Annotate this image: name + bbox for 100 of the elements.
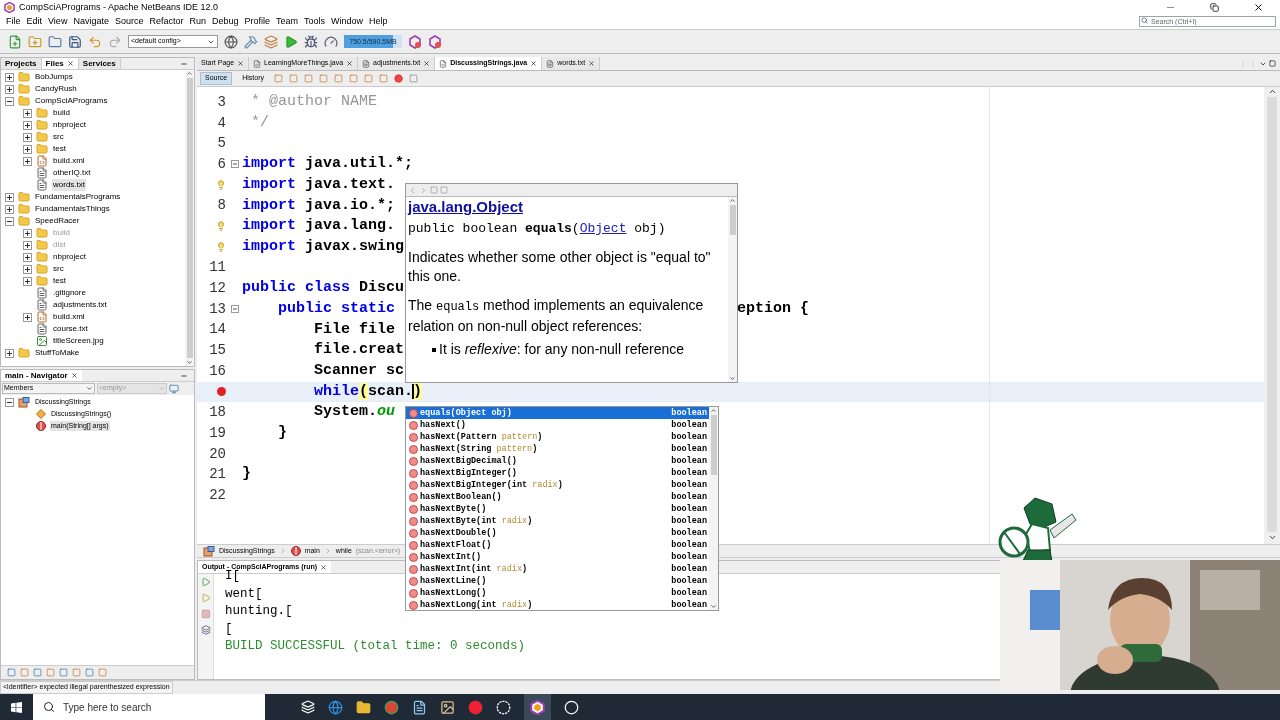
completion-item[interactable]: hasNextByte() boolean: [406, 503, 709, 515]
menu-item[interactable]: Refactor: [146, 15, 187, 29]
caret-icon[interactable]: [86, 385, 93, 392]
tree-item[interactable]: src: [52, 131, 65, 143]
completion-item[interactable]: equals(Object obj) boolean: [406, 407, 709, 419]
completion-item[interactable]: hasNextByte(int radix) boolean: [406, 515, 709, 527]
expand-icon[interactable]: [5, 348, 14, 358]
new-file-icon[interactable]: [8, 34, 22, 49]
menu-item[interactable]: Run: [186, 15, 209, 29]
expand-icon[interactable]: [23, 312, 32, 322]
menu-item[interactable]: Edit: [23, 15, 46, 29]
run-icon[interactable]: [284, 34, 298, 49]
tree-item[interactable]: test: [52, 143, 67, 155]
tree-item[interactable]: FundamentalsPrograms: [34, 191, 122, 203]
tree-item[interactable]: course.txt: [52, 323, 89, 335]
menu-item[interactable]: Profile: [241, 15, 274, 29]
completion-item[interactable]: hasNext(String pattern) boolean: [406, 443, 709, 455]
completion-item[interactable]: hasNext() boolean: [406, 419, 709, 431]
sort-az-icon[interactable]: [85, 668, 94, 677]
scroll-up-icon[interactable]: [186, 70, 193, 77]
gc-icon[interactable]: [428, 34, 442, 49]
tree-item[interactable]: test: [52, 275, 67, 287]
completion-item[interactable]: hasNextDouble() boolean: [406, 527, 709, 539]
expand-icon[interactable]: [23, 156, 32, 166]
completion-item[interactable]: hasNextBigInteger(int radix) boolean: [406, 479, 709, 491]
menu-item[interactable]: Debug: [209, 15, 242, 29]
maximize-icon[interactable]: [1269, 60, 1276, 67]
new-project-icon[interactable]: [28, 34, 42, 49]
expand-icon[interactable]: [23, 144, 32, 154]
scroll-up-icon[interactable]: [1267, 87, 1277, 96]
tree-item[interactable]: .gitignore: [52, 287, 87, 299]
clean-build-icon[interactable]: [264, 34, 278, 49]
fold-icon[interactable]: [230, 160, 239, 169]
scroll-down-icon[interactable]: [186, 359, 193, 366]
rerun-icon[interactable]: [200, 577, 211, 587]
gc-icon[interactable]: [408, 34, 422, 49]
fold-icon[interactable]: [230, 305, 239, 314]
recorder-icon[interactable]: [564, 699, 579, 715]
expand-icon[interactable]: [5, 84, 14, 94]
completion-item[interactable]: hasNextInt(int radix) boolean: [406, 563, 709, 575]
completion-item[interactable]: hasNextFloat() boolean: [406, 539, 709, 551]
task-view-icon[interactable]: [301, 700, 315, 714]
completion-item[interactable]: hasNext(Pattern pattern) boolean: [406, 431, 709, 443]
scroll-down-icon[interactable]: [710, 603, 717, 610]
close-icon[interactable]: [1252, 2, 1264, 13]
tree-item[interactable]: words.txt: [52, 179, 86, 191]
expand-icon[interactable]: [23, 276, 32, 286]
scroll-thumb[interactable]: [710, 415, 717, 475]
scroll-thumb[interactable]: [186, 78, 193, 358]
tree-item[interactable]: BobJumps: [34, 71, 74, 83]
tree-item[interactable]: build.xml: [52, 155, 86, 167]
menu-item[interactable]: Navigate: [70, 15, 112, 29]
tree-item[interactable]: CandyRush: [34, 83, 78, 95]
expand-icon[interactable]: [23, 264, 32, 274]
panel-tab[interactable]: Files: [41, 58, 79, 69]
completion-item[interactable]: hasNextInt() boolean: [406, 551, 709, 563]
tree-item[interactable]: adjustments.txt: [52, 299, 108, 311]
panel-tab[interactable]: Services: [78, 58, 121, 69]
expand-icon[interactable]: [23, 132, 32, 142]
expand-icon[interactable]: [5, 204, 14, 214]
scroll-thumb[interactable]: [729, 205, 736, 235]
app-logo-icon[interactable]: [530, 699, 545, 715]
menu-item[interactable]: Source: [111, 15, 147, 29]
expand-icon[interactable]: [23, 240, 32, 250]
notepad-icon[interactable]: [412, 699, 427, 715]
open-project-icon[interactable]: [48, 34, 62, 49]
toggle-icon[interactable]: [348, 74, 358, 83]
collapse-icon[interactable]: [5, 216, 14, 226]
folder-icon[interactable]: [356, 699, 371, 715]
loading-icon[interactable]: [496, 699, 511, 715]
tree-item[interactable]: nbproject: [52, 251, 87, 263]
field-filter-icon[interactable]: [33, 668, 42, 677]
paint-icon[interactable]: [440, 699, 455, 715]
undo-icon[interactable]: [88, 34, 102, 49]
completion-item[interactable]: hasNextBigInteger() boolean: [406, 467, 709, 479]
lock-icon[interactable]: [59, 668, 68, 677]
scrollbar[interactable]: [709, 407, 718, 610]
profile-icon[interactable]: [324, 34, 338, 49]
scrollbar[interactable]: [728, 197, 737, 382]
tree-item[interactable]: StuffToMake: [34, 347, 81, 359]
settings-icon[interactable]: [200, 625, 211, 635]
tree-item[interactable]: build.xml: [52, 311, 86, 323]
browser-icon[interactable]: [328, 699, 343, 715]
tree-item[interactable]: CompSciAPrograms: [34, 95, 109, 107]
menu-item[interactable]: Tools: [301, 15, 329, 29]
browser-icon[interactable]: [384, 699, 399, 715]
menu-item[interactable]: Window: [328, 15, 367, 29]
scroll-up-icon[interactable]: [710, 407, 717, 414]
menu-item[interactable]: View: [45, 15, 71, 29]
panel-tab[interactable]: Projects: [1, 58, 42, 69]
expand-icon[interactable]: [23, 252, 32, 262]
tree-item[interactable]: nbproject: [52, 119, 87, 131]
scroll-up-icon[interactable]: [729, 197, 736, 204]
record-icon[interactable]: [393, 74, 403, 83]
tree-item[interactable]: build: [52, 107, 71, 119]
taskbar-search-field[interactable]: Type here to search: [33, 694, 265, 720]
fields-icon[interactable]: [7, 668, 16, 677]
expand-icon[interactable]: [23, 108, 32, 118]
collapse-icon[interactable]: [5, 96, 14, 106]
search-icon[interactable]: [43, 701, 55, 713]
